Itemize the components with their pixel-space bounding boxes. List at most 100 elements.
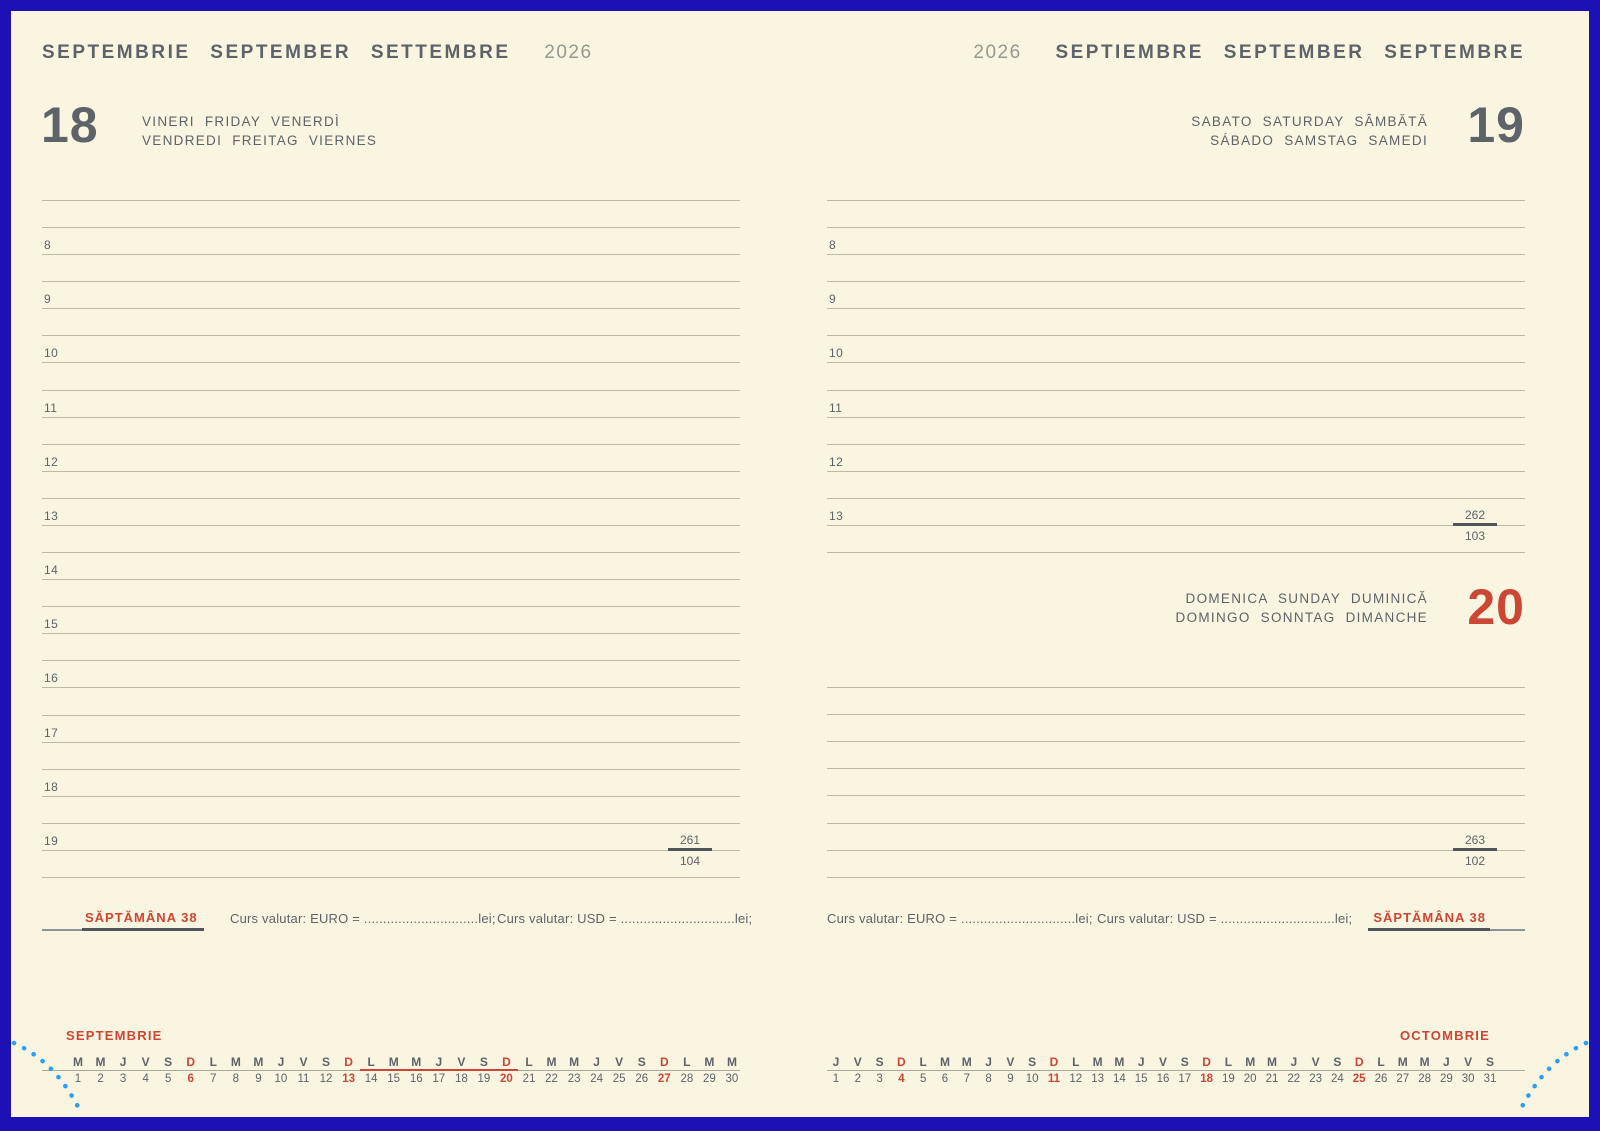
rule-line [42,254,740,255]
hour-label: 18 [44,780,58,794]
calendar-weekday-cell: M [955,1055,979,1069]
calendar-date-cell: 1 [66,1073,90,1085]
currency-usd-left: Curs valutar: USD = ....................… [497,911,752,926]
rule-line [42,796,740,797]
header-left-months: SEPTEMBRIE SEPTEMBER SETTEMBRE [42,42,511,63]
calendar-date-cell: 30 [1456,1073,1480,1085]
days-remaining-number: 103 [1453,529,1497,543]
calendar-weekday-cell: M [1238,1055,1262,1069]
calendar-date-cell: 25 [607,1073,631,1085]
calendar-date-cell: 19 [472,1073,496,1085]
rule-line [827,687,1525,688]
calendar-date-cell: 5 [911,1073,935,1085]
rule-line [827,362,1525,363]
calendar-date-cell: 4 [134,1073,158,1085]
rule-line [827,335,1525,336]
rule-line [827,795,1525,796]
hour-label: 16 [44,671,58,685]
week-underline-right [1368,928,1490,931]
calendar-date-cell: 22 [540,1073,564,1085]
calendar-date-cell: 13 [337,1073,361,1085]
calendar-date-cell: 7 [955,1073,979,1085]
hour-label: 8 [829,238,836,252]
calendar-date-cell: 22 [1282,1073,1306,1085]
calendar-date-cell: 24 [1325,1073,1349,1085]
days-remaining-number: 104 [668,854,712,868]
calendar-weekday-cell: M [1413,1055,1437,1069]
rule-line [827,281,1525,282]
rule-line [42,877,740,878]
calendar-date-cell: 9 [998,1073,1022,1085]
rule-line [42,390,740,391]
day18-hour-grid: 8910111213141516171819261104 [42,200,740,880]
calendar-date-cell: 1 [824,1073,848,1085]
rule-line [827,390,1525,391]
day18-names: VINERI FRIDAY VENERDÌ VENDREDI FREITAG V… [142,112,377,150]
rule-line [42,281,740,282]
calendar-date-cell: 12 [314,1073,338,1085]
week-underline-left [82,928,204,931]
rule-line [42,525,740,526]
calendar-date-cell: 10 [1020,1073,1044,1085]
calendar-weekday-cell: V [998,1055,1022,1069]
calendar-weekday-cell: M [562,1055,586,1069]
calendar-weekday-cell: D [652,1055,676,1069]
calendar-weekday-cell: S [1020,1055,1044,1069]
day-of-year-number: 261 [668,833,712,847]
calendar-weekday-cell: J [824,1055,848,1069]
day19-names-line1: SABATO SATURDAY SÂMBĂTĂ [1191,112,1428,131]
rule-line [42,308,740,309]
calendar-weekday-cell: V [449,1055,473,1069]
calendar-weekday-cell: L [1216,1055,1240,1069]
calendar-title-september: SEPTEMBRIE [66,1028,163,1043]
calendar-weekday-cell: J [977,1055,1001,1069]
header-left: SEPTEMBRIE SEPTEMBER SETTEMBRE 2026 [42,42,593,64]
calendar-date-cell: 6 [179,1073,203,1085]
rule-line [42,742,740,743]
calendar-date-cell: 2 [846,1073,870,1085]
calendar-date-cell: 9 [246,1073,270,1085]
calendar-weekday-cell: L [1369,1055,1393,1069]
rule-line [42,715,740,716]
currency-usd-right: Curs valutar: USD = ....................… [1097,911,1352,926]
rule-line [42,579,740,580]
diary-spread: SEPTEMBRIE SEPTEMBER SETTEMBRE 2026 2026… [0,0,1600,1131]
day18-names-line1: VINERI FRIDAY VENERDÌ [142,112,377,131]
calendar-weekday-cell: L [1064,1055,1088,1069]
calendar-title-october: OCTOMBRIE [1400,1028,1490,1043]
calendar-weekday-cell: M [382,1055,406,1069]
calendar-date-cell: 13 [1086,1073,1110,1085]
day18-names-line2: VENDREDI FREITAG VIERNES [142,131,377,150]
rule-line [42,823,740,824]
calendar-date-cell: 3 [111,1073,135,1085]
rule-line [827,471,1525,472]
calendar-weekday-cell: S [868,1055,892,1069]
calendar-weekday-cell: M [1260,1055,1284,1069]
rule-line [827,768,1525,769]
calendar-weekday-cell: J [269,1055,293,1069]
hour-label: 9 [44,292,51,306]
calendar-weekday-cell: M [1086,1055,1110,1069]
rule-line [827,308,1525,309]
rule-line [827,714,1525,715]
calendar-date-cell: 18 [449,1073,473,1085]
calendar-weekday-cell: V [1151,1055,1175,1069]
calendar-weekday-cell: M [1391,1055,1415,1069]
calendar-date-cell: 24 [585,1073,609,1085]
calendar-weekday-cell: M [246,1055,270,1069]
calendar-weekday-cell: V [134,1055,158,1069]
rule-line [42,769,740,770]
calendar-weekday-cell: D [889,1055,913,1069]
calendar-date-cell: 8 [977,1073,1001,1085]
calendar-current-week-underline [360,1069,518,1072]
rule-line [827,741,1525,742]
rule-line [827,552,1525,553]
calendar-date-cell: 28 [1413,1073,1437,1085]
calendar-date-cell: 18 [1195,1073,1219,1085]
calendar-weekday-cell: V [292,1055,316,1069]
calendar-date-cell: 4 [889,1073,913,1085]
hour-label: 10 [44,346,58,360]
week-number-left: SĂPTĂMÂNA 38 [85,910,198,925]
rule-line [42,417,740,418]
rule-line [42,362,740,363]
